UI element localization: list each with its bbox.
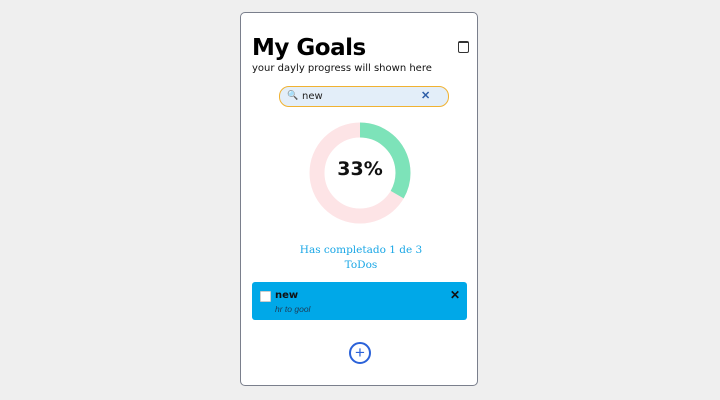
search-icon: 🔍 — [287, 90, 299, 100]
todo-item: new hr to gool ✕ — [252, 282, 467, 320]
todo-title: new — [275, 290, 299, 301]
clear-search-button[interactable]: ✕ — [421, 89, 430, 102]
progress-percent: 33% — [337, 158, 383, 180]
todo-description: hr to gool — [275, 304, 311, 314]
summary-line2: ToDos — [344, 259, 378, 271]
add-todo-button[interactable]: + — [349, 342, 371, 364]
completion-summary: Has completado 1 de 3 ToDos — [281, 243, 441, 273]
search-bar: 🔍 ✕ — [279, 86, 449, 107]
todo-checkbox[interactable] — [260, 291, 271, 302]
goals-card: My Goals your dayly progress will shown … — [240, 12, 478, 386]
page-subtitle: your dayly progress will shown here — [252, 63, 432, 74]
summary-line1: Has completado 1 de 3 — [299, 244, 423, 256]
calendar-icon[interactable] — [458, 41, 469, 53]
page-title: My Goals — [252, 35, 366, 61]
delete-todo-button[interactable]: ✕ — [450, 288, 460, 302]
search-input[interactable] — [302, 89, 412, 103]
